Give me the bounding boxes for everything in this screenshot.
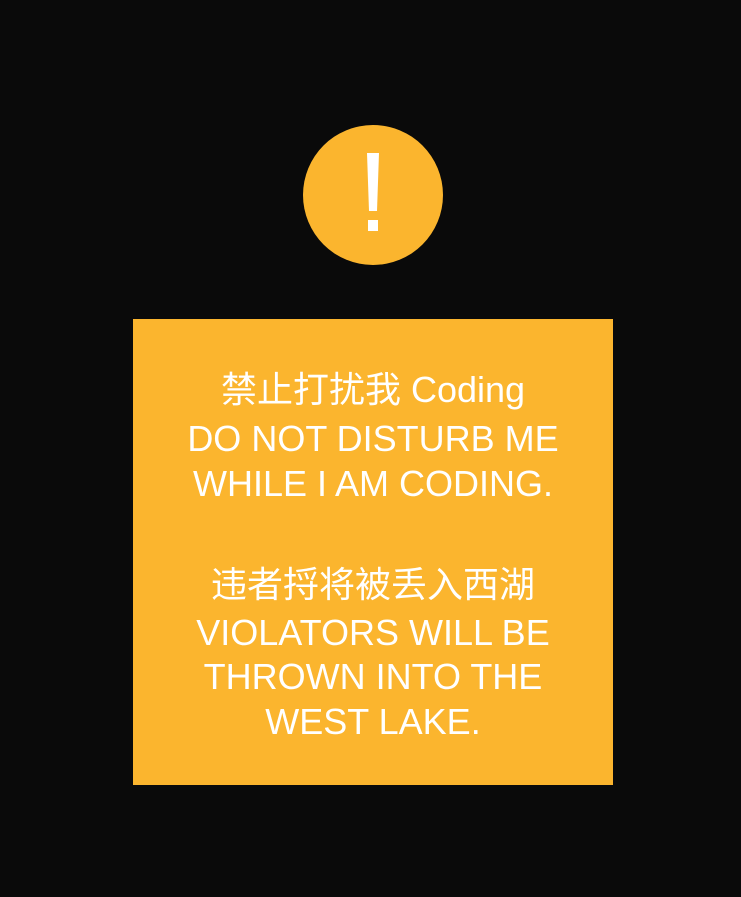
notice-line-violators: VIOLATORS WILL BE: [196, 612, 550, 653]
notice-line-west-lake: WEST LAKE.: [265, 701, 481, 742]
notice-box: 禁止打扰我 Coding DO NOT DISTURB ME WHILE I A…: [133, 319, 613, 785]
notice-line-while-coding: WHILE I AM CODING.: [192, 463, 554, 504]
alert-circle: [303, 125, 443, 265]
notice-line-chinese-title: 禁止打扰我 Coding: [220, 369, 526, 410]
notice-line-chinese-warning: 违者捋将被丢入西湖: [210, 564, 535, 605]
notice-line-thrown: THROWN INTO THE: [203, 656, 543, 697]
page: 禁止打扰我 Coding DO NOT DISTURB ME WHILE I A…: [0, 0, 741, 897]
exclamation-icon: [367, 153, 379, 231]
notice-line-do-not-disturb: DO NOT DISTURB ME: [187, 418, 559, 459]
